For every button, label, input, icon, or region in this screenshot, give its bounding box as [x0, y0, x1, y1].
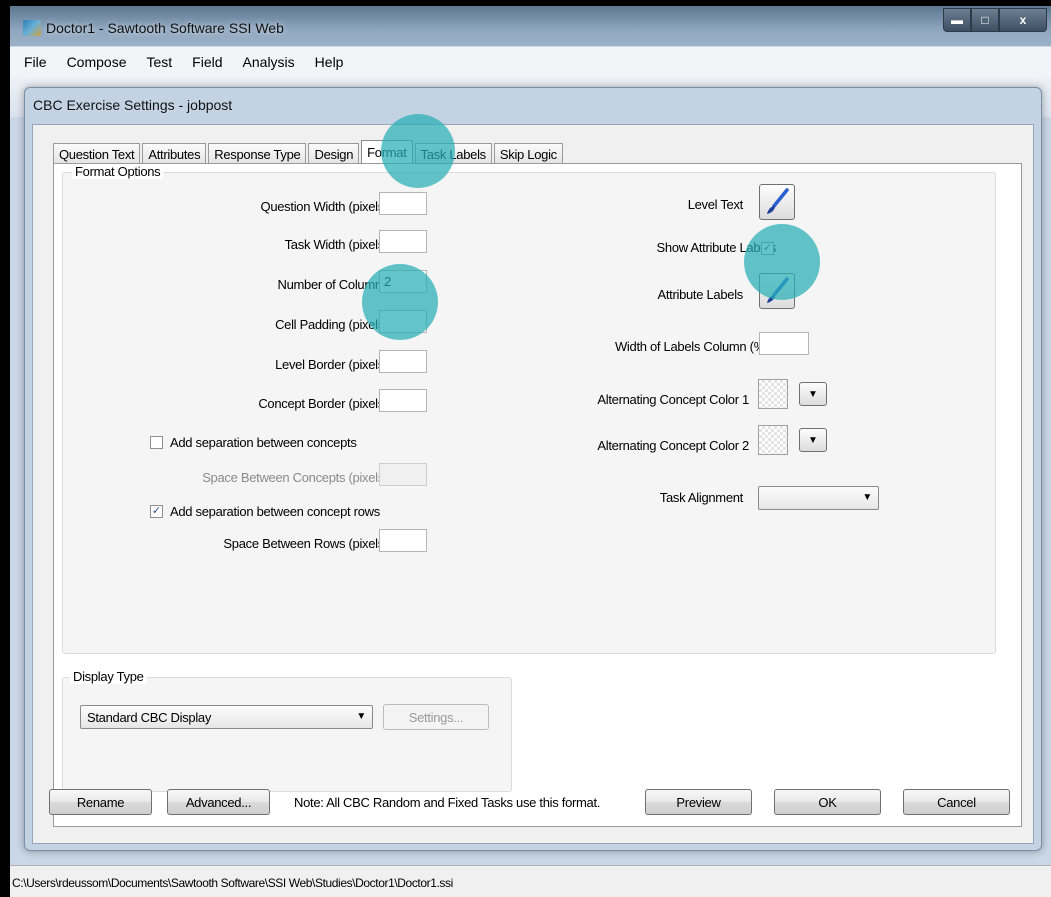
click-highlight-show-attr-labels: [744, 224, 820, 300]
preview-button[interactable]: Preview: [645, 789, 752, 815]
concept-border-label: Concept Border (pixels): [258, 396, 388, 411]
width-labels-col-input[interactable]: [759, 332, 809, 355]
sep-concepts-label[interactable]: Add separation between concepts: [170, 435, 357, 450]
click-highlight-num-columns: [362, 264, 438, 340]
app-title: Doctor1 - Sawtooth Software SSI Web: [46, 20, 284, 36]
sep-concepts-checkbox[interactable]: [150, 436, 163, 449]
dialog-title: CBC Exercise Settings - jobpost: [33, 97, 233, 113]
minimize-button[interactable]: ▬: [943, 8, 971, 32]
question-width-input[interactable]: [379, 192, 427, 215]
concept-border-input[interactable]: [379, 389, 427, 412]
width-labels-col-label: Width of Labels Column (%): [614, 339, 769, 354]
level-text-style-button[interactable]: [759, 184, 795, 220]
tab-question-text[interactable]: Question Text: [53, 143, 141, 164]
space-rows-label: Space Between Rows (pixels): [223, 536, 388, 551]
alt-color2-swatch[interactable]: [758, 425, 788, 455]
click-highlight-format-tab: [381, 114, 455, 188]
sep-rows-label[interactable]: Add separation between concept rows: [170, 504, 380, 519]
space-concepts-input[interactable]: [379, 463, 427, 486]
menu-help[interactable]: Help: [315, 54, 344, 70]
menu-field[interactable]: Field: [192, 54, 222, 70]
menu-bar: File Compose Test Field Analysis Help: [10, 47, 1051, 77]
space-rows-input[interactable]: [379, 529, 427, 552]
alt-color1-swatch[interactable]: [758, 379, 788, 409]
status-bar: C:\Users\rdeussom\Documents\Sawtooth Sof…: [10, 865, 1051, 897]
format-note: Note: All CBC Random and Fixed Tasks use…: [294, 795, 601, 810]
menu-analysis[interactable]: Analysis: [243, 54, 295, 70]
dropdown-arrow-icon: ▼: [808, 388, 818, 400]
window-controls: ▬ □ x: [943, 8, 1047, 32]
dropdown-arrow-icon: ▼: [808, 434, 818, 446]
tab-skip-logic[interactable]: Skip Logic: [493, 143, 563, 164]
alt-color2-label: Alternating Concept Color 2: [597, 438, 749, 453]
format-options-group: [62, 172, 996, 654]
question-width-label: Question Width (pixels): [260, 199, 389, 214]
task-alignment-label: Task Alignment: [659, 490, 744, 505]
display-type-value: Standard CBC Display: [87, 710, 212, 725]
level-border-input[interactable]: [379, 350, 427, 373]
format-tab-page: Format Options Question Width (pixels) T…: [49, 163, 1022, 827]
maximize-button[interactable]: □: [971, 8, 999, 32]
tab-attributes[interactable]: Attributes: [142, 143, 207, 164]
paintbrush-icon: [767, 188, 789, 214]
tab-strip: Question Text Attributes Response Type D…: [53, 140, 565, 164]
task-width-input[interactable]: [379, 230, 427, 253]
menu-compose[interactable]: Compose: [67, 54, 127, 70]
status-path: C:\Users\rdeussom\Documents\Sawtooth Sof…: [12, 876, 453, 890]
menu-test[interactable]: Test: [146, 54, 172, 70]
level-border-label: Level Border (pixels): [275, 357, 388, 372]
app-icon: [23, 20, 41, 36]
checkmark-icon: ✓: [151, 505, 162, 517]
title-bar[interactable]: Doctor1 - Sawtooth Software SSI Web ▬ □ …: [10, 6, 1051, 46]
advanced-button[interactable]: Advanced...: [167, 789, 270, 815]
dropdown-arrow-icon: ▼: [356, 711, 366, 722]
alt-color1-dropdown[interactable]: ▼: [799, 382, 827, 406]
space-concepts-label: Space Between Concepts (pixels): [202, 470, 388, 485]
rename-button[interactable]: Rename: [49, 789, 152, 815]
close-button[interactable]: x: [999, 8, 1047, 32]
sep-rows-checkbox[interactable]: ✓: [150, 505, 163, 518]
display-settings-button[interactable]: Settings...: [383, 704, 489, 730]
cancel-button[interactable]: Cancel: [903, 789, 1010, 815]
dropdown-arrow-icon: ▼: [862, 492, 872, 503]
tab-response-type[interactable]: Response Type: [208, 143, 307, 164]
display-type-select[interactable]: Standard CBC Display ▼: [80, 705, 373, 729]
ok-button[interactable]: OK: [774, 789, 881, 815]
menu-file[interactable]: File: [24, 54, 47, 70]
display-type-label: Display Type: [70, 669, 147, 684]
dialog-body: Question Text Attributes Response Type D…: [32, 124, 1034, 844]
task-alignment-select[interactable]: ▼: [758, 486, 879, 510]
task-width-label: Task Width (pixels): [284, 237, 389, 252]
alt-color2-dropdown[interactable]: ▼: [799, 428, 827, 452]
tab-design[interactable]: Design: [308, 143, 360, 164]
level-text-label: Level Text: [687, 197, 744, 212]
display-type-group: [62, 677, 512, 792]
attr-labels-label: Attribute Labels: [657, 287, 743, 302]
alt-color1-label: Alternating Concept Color 1: [597, 392, 749, 407]
format-options-label: Format Options: [72, 164, 164, 179]
cbc-exercise-settings-dialog: CBC Exercise Settings - jobpost Question…: [24, 87, 1042, 851]
